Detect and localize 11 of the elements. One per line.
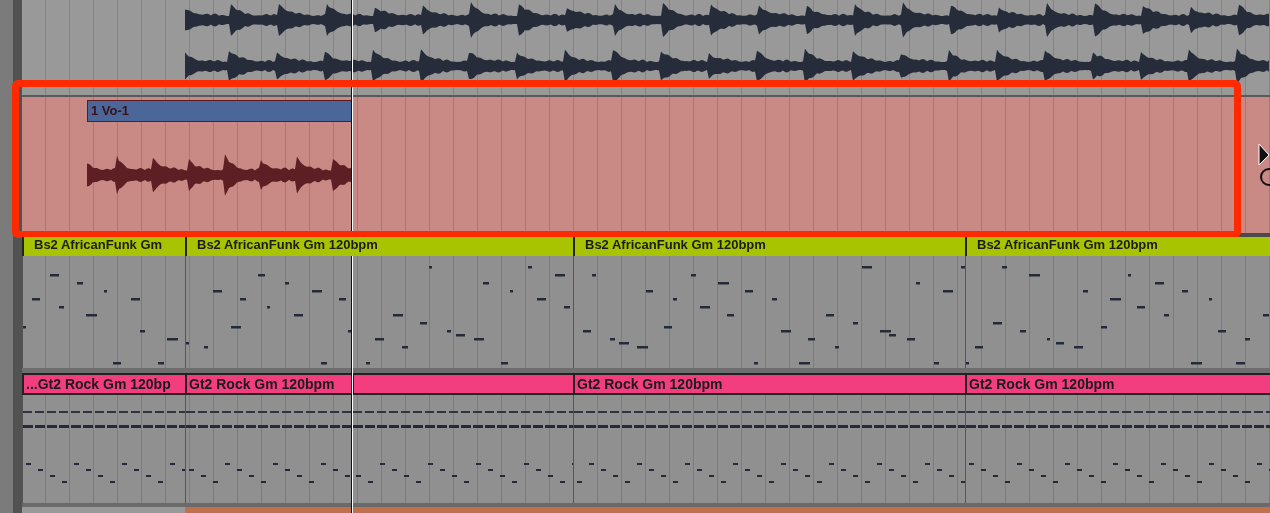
clip-header[interactable]: Bs2 AfricanFunk Gm 120bpm <box>965 237 1270 256</box>
clip-header[interactable]: Bs2 AfricanFunk Gm 120bpm <box>185 237 573 256</box>
clip-header[interactable]: Bs2 AfricanFunk Gm 120bpm <box>573 237 965 256</box>
clip-header[interactable] <box>352 373 573 395</box>
clip-header[interactable]: Bs2 AfricanFunk Gm <box>22 237 185 256</box>
clip-header[interactable]: Gt2 Rock Gm 120bpm <box>185 373 352 395</box>
clip-header[interactable]: Gt2 Rock Gm 120bpm <box>573 373 965 395</box>
clip-header[interactable]: 1 Vo-1 <box>87 100 352 122</box>
clip-header[interactable]: ...Gt2 Rock Gm 120bp <box>22 373 185 395</box>
cursor-icon <box>1258 143 1270 187</box>
clip-header[interactable]: Gt2 Rock Gm 120bpm <box>965 373 1270 395</box>
